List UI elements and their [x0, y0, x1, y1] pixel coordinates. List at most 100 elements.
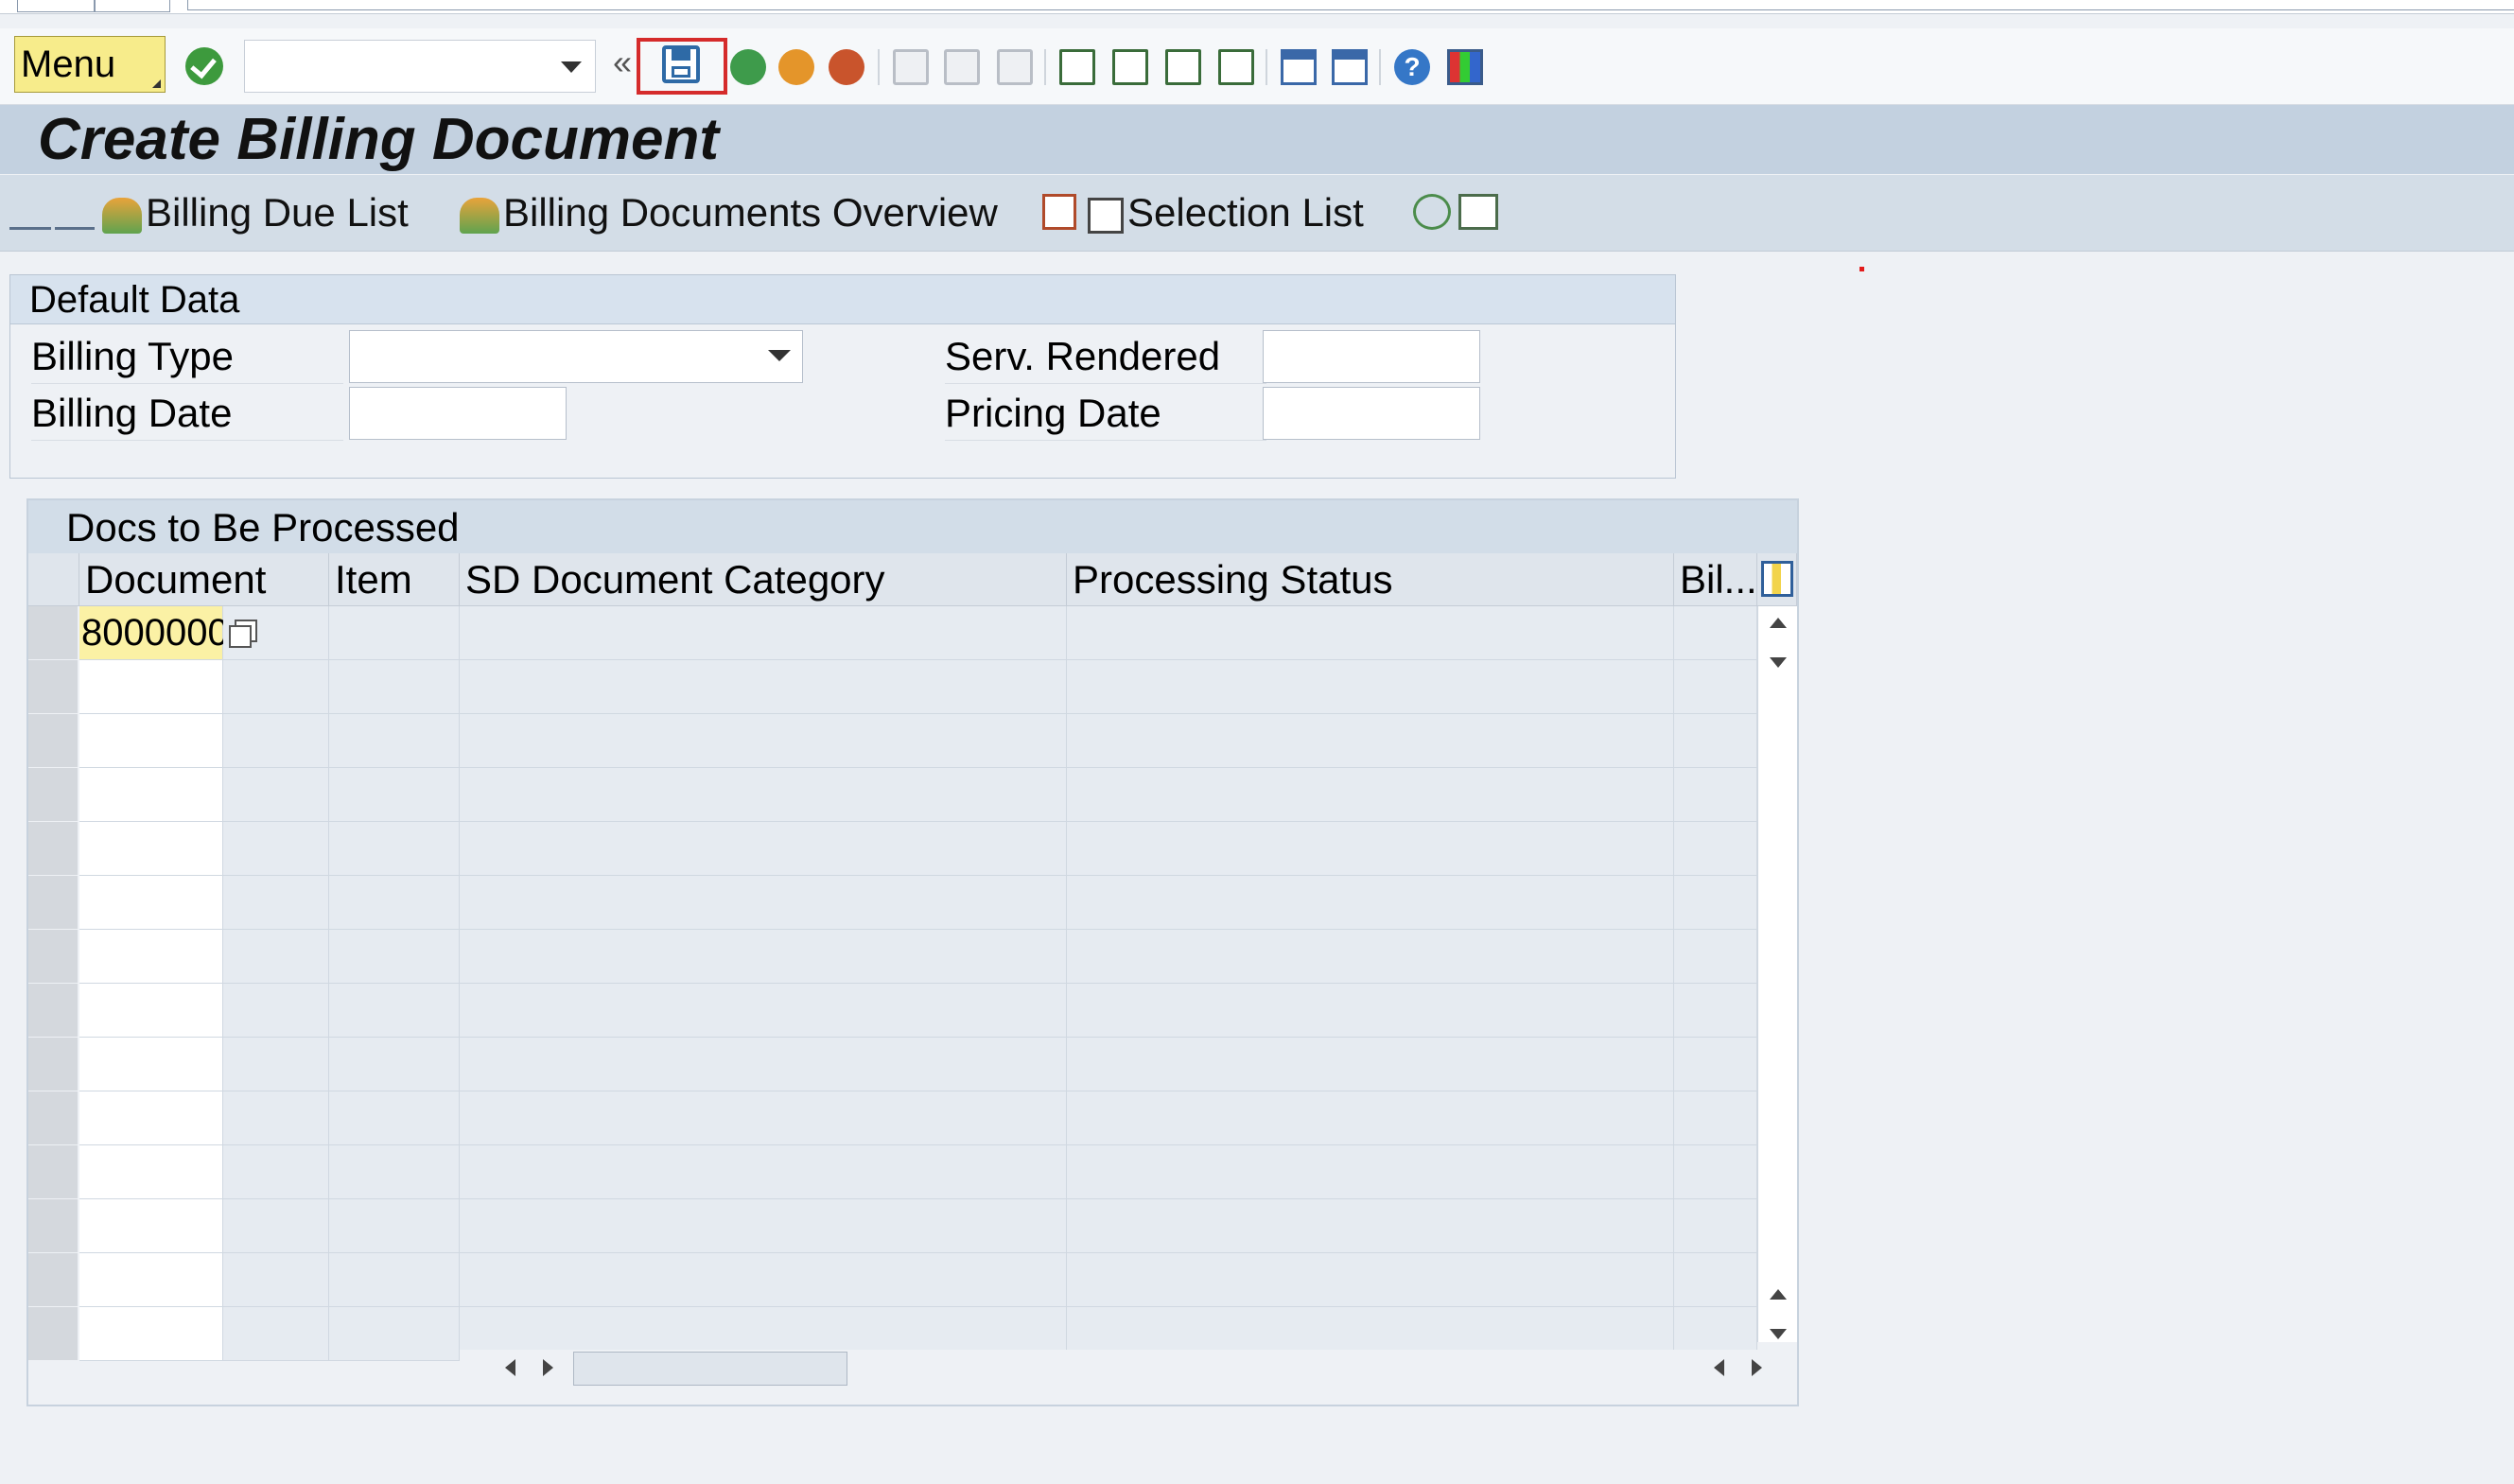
- cancel-icon[interactable]: [829, 49, 864, 85]
- command-field[interactable]: [244, 40, 596, 93]
- scroll-right-icon[interactable]: [1752, 1359, 1762, 1376]
- billing-date-field[interactable]: [349, 387, 567, 440]
- horizontal-scrollbar-right[interactable]: [1674, 1350, 1762, 1388]
- row-selector[interactable]: [28, 714, 79, 767]
- table-cell[interactable]: [460, 984, 1067, 1038]
- item-spacer-cell[interactable]: [329, 930, 460, 984]
- top-tab-2[interactable]: [95, 0, 170, 12]
- table-cell[interactable]: [1674, 1038, 1757, 1091]
- table-cell[interactable]: [1067, 606, 1674, 660]
- add-entry-icon[interactable]: [1458, 194, 1498, 230]
- table-cell[interactable]: [1674, 930, 1757, 984]
- scroll-up-icon[interactable]: [1770, 618, 1787, 628]
- document-cell[interactable]: [79, 930, 223, 984]
- table-cell[interactable]: [460, 1091, 1067, 1145]
- table-cell[interactable]: [1067, 1253, 1674, 1307]
- table-cell[interactable]: [460, 1145, 1067, 1199]
- table-cell[interactable]: [1067, 1145, 1674, 1199]
- item-spacer-cell[interactable]: [329, 1199, 460, 1253]
- top-tab-1[interactable]: [17, 0, 95, 12]
- table-cell[interactable]: [1067, 1038, 1674, 1091]
- row-selector[interactable]: [28, 1199, 79, 1252]
- item-spacer-cell[interactable]: [329, 606, 460, 660]
- item-spacer-cell[interactable]: [329, 1091, 460, 1145]
- table-cell[interactable]: [460, 660, 1067, 714]
- row-selector[interactable]: [28, 1253, 79, 1306]
- vertical-scrollbar[interactable]: [1757, 606, 1797, 1342]
- table-cell[interactable]: [1674, 660, 1757, 714]
- command-dropdown-icon[interactable]: [561, 61, 582, 73]
- document-cell[interactable]: [79, 1307, 223, 1361]
- item-cell[interactable]: [223, 1307, 329, 1361]
- document-input[interactable]: 80000000: [79, 606, 250, 707]
- print-icon[interactable]: [893, 49, 929, 85]
- next-page-icon[interactable]: [1165, 49, 1201, 85]
- item-spacer-cell[interactable]: [329, 714, 460, 768]
- table-cell[interactable]: [1674, 984, 1757, 1038]
- document-cell[interactable]: [79, 1199, 223, 1253]
- row-selector[interactable]: [28, 822, 79, 875]
- horizontal-scroll-thumb[interactable]: [573, 1352, 847, 1386]
- shortcut-icon[interactable]: [1332, 49, 1368, 85]
- copy-icon[interactable]: [227, 618, 257, 648]
- back-icon[interactable]: [730, 49, 766, 85]
- table-cell[interactable]: [1674, 876, 1757, 930]
- item-spacer-cell[interactable]: [329, 876, 460, 930]
- scroll-down-icon[interactable]: [1770, 657, 1787, 668]
- collapse-command-icon[interactable]: «: [613, 45, 632, 79]
- table-cell[interactable]: [460, 714, 1067, 768]
- table-cell[interactable]: [460, 876, 1067, 930]
- table-cell[interactable]: [1674, 1253, 1757, 1307]
- table-cell[interactable]: [1674, 768, 1757, 822]
- table-cell[interactable]: [1067, 1199, 1674, 1253]
- document-cell[interactable]: [79, 768, 223, 822]
- table-cell[interactable]: [1067, 768, 1674, 822]
- item-cell[interactable]: [223, 1038, 329, 1091]
- billing-due-list-button[interactable]: Billing Due List: [102, 175, 409, 251]
- customize-layout-icon[interactable]: [1447, 49, 1483, 85]
- create-session-icon[interactable]: [1281, 49, 1317, 85]
- table-cell[interactable]: [1067, 660, 1674, 714]
- table-settings-icon[interactable]: [1761, 561, 1793, 597]
- billing-type-dropdown-icon[interactable]: [768, 350, 791, 361]
- help-icon[interactable]: ?: [1394, 49, 1430, 85]
- table-cell[interactable]: [1067, 876, 1674, 930]
- previous-page-icon[interactable]: [1112, 49, 1148, 85]
- save-icon[interactable]: [662, 45, 700, 83]
- table-cell[interactable]: [460, 768, 1067, 822]
- item-cell[interactable]: [223, 1091, 329, 1145]
- last-page-icon[interactable]: [1218, 49, 1254, 85]
- row-selector[interactable]: [28, 876, 79, 929]
- document-cell[interactable]: [79, 1091, 223, 1145]
- item-cell[interactable]: [223, 876, 329, 930]
- horizontal-scrollbar[interactable]: [460, 1350, 1674, 1388]
- row-selector[interactable]: [28, 984, 79, 1037]
- row-selector[interactable]: [28, 1091, 79, 1144]
- table-cell[interactable]: [460, 930, 1067, 984]
- item-cell[interactable]: [223, 768, 329, 822]
- table-cell[interactable]: [1067, 1091, 1674, 1145]
- calendar-icon[interactable]: [1042, 194, 1076, 230]
- item-cell[interactable]: [223, 984, 329, 1038]
- item-spacer-cell[interactable]: [329, 768, 460, 822]
- item-cell[interactable]: [223, 930, 329, 984]
- document-cell[interactable]: [79, 1038, 223, 1091]
- column-header-item[interactable]: Item: [329, 553, 460, 606]
- column-header-sd-document-category[interactable]: SD Document Category: [460, 553, 1067, 606]
- table-cell[interactable]: [460, 1038, 1067, 1091]
- item-spacer-cell[interactable]: [329, 822, 460, 876]
- table-cell[interactable]: [1674, 822, 1757, 876]
- row-selector[interactable]: [28, 1038, 79, 1091]
- display-change-icon[interactable]: [9, 194, 51, 230]
- scroll-right-icon[interactable]: [543, 1359, 553, 1376]
- scroll-page-up-icon[interactable]: [1770, 1289, 1787, 1300]
- table-cell[interactable]: [460, 1199, 1067, 1253]
- selection-list-button[interactable]: Selection List: [1088, 175, 1364, 251]
- row-selector[interactable]: [28, 768, 79, 821]
- row-selector[interactable]: [28, 660, 79, 713]
- item-spacer-cell[interactable]: [329, 984, 460, 1038]
- document-cell[interactable]: [79, 876, 223, 930]
- document-cell[interactable]: [79, 822, 223, 876]
- billing-type-field[interactable]: [349, 330, 803, 383]
- column-header-document[interactable]: Document: [79, 553, 329, 606]
